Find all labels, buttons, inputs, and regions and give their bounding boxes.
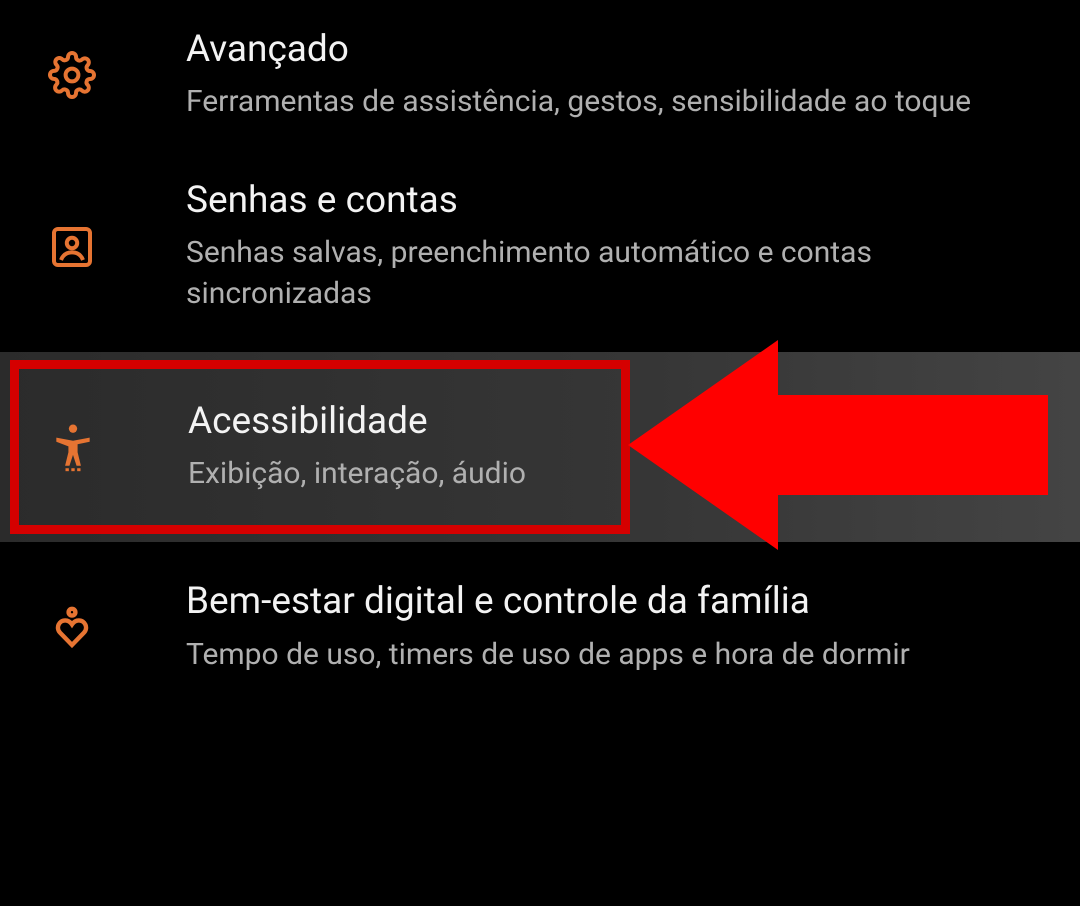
settings-item-title: Avançado: [186, 28, 1044, 72]
annotation-highlight: Acessibilidade Exibição, interação, áudi…: [0, 352, 1080, 542]
settings-list: Avançado Ferramentas de assistência, ges…: [0, 0, 1080, 703]
account-box-icon: [48, 223, 96, 271]
settings-item-subtitle: Ferramentas de assistência, gestos, sens…: [186, 82, 1006, 123]
settings-item-text: Avançado Ferramentas de assistência, ges…: [186, 28, 1044, 123]
settings-item-advanced[interactable]: Avançado Ferramentas de assistência, ges…: [0, 0, 1080, 151]
settings-item-passwords-accounts[interactable]: Senhas e contas Senhas salvas, preenchim…: [0, 151, 1080, 342]
settings-item-accessibility[interactable]: Acessibilidade Exibição, interação, áudi…: [0, 352, 1080, 542]
settings-item-subtitle: Exibição, interação, áudio: [188, 454, 1008, 495]
settings-item-subtitle: Senhas salvas, preenchimento automático …: [186, 233, 1006, 314]
settings-item-subtitle: Tempo de uso, timers de uso de apps e ho…: [186, 635, 1006, 676]
settings-item-title: Senhas e contas: [186, 179, 1044, 223]
settings-item-title: Acessibilidade: [188, 400, 1044, 444]
settings-item-text: Acessibilidade Exibição, interação, áudi…: [188, 400, 1044, 495]
settings-item-title: Bem-estar digital e controle da família: [186, 580, 1044, 624]
settings-item-text: Senhas e contas Senhas salvas, preenchim…: [186, 179, 1044, 314]
wellbeing-heart-icon: [48, 604, 96, 652]
accessibility-icon: [48, 423, 98, 471]
settings-item-digital-wellbeing[interactable]: Bem-estar digital e controle da família …: [0, 552, 1080, 703]
settings-item-text: Bem-estar digital e controle da família …: [186, 580, 1044, 675]
gear-icon: [48, 51, 96, 99]
